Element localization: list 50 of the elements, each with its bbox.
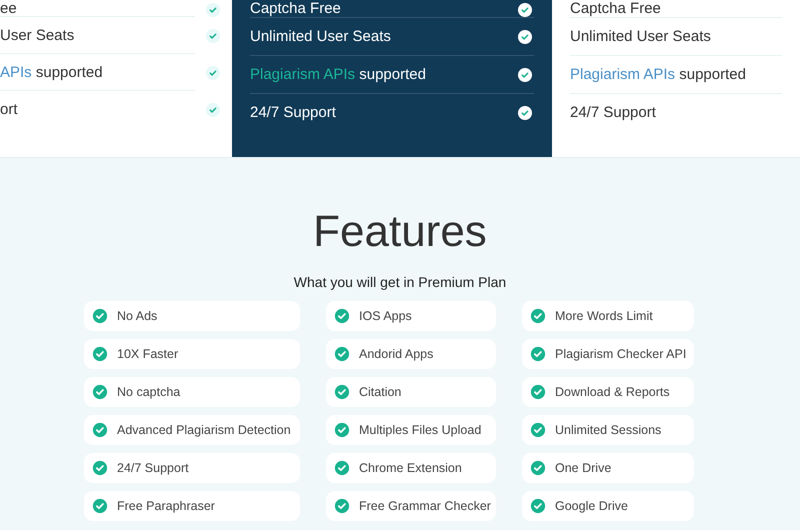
feature-item: Unlimited Sessions: [522, 415, 694, 445]
plan-feature: Plagiarism APIs supported: [250, 66, 427, 83]
plan-feature: Captcha Free: [250, 0, 342, 17]
plan-feature: Unlimited User Seats: [570, 28, 711, 45]
check-icon: [92, 308, 108, 324]
check-icon: [334, 422, 350, 438]
feature-item: No Ads: [84, 301, 300, 331]
feature-item: Advanced Plagiarism Detection: [84, 415, 300, 445]
feature-item: More Words Limit: [522, 301, 694, 331]
feature-item: Google Drive: [522, 491, 694, 521]
check-icon: [334, 346, 350, 362]
check-icon: [334, 460, 350, 476]
feature-item: Free Paraphraser: [84, 491, 300, 521]
plan-feature: ort: [0, 101, 18, 118]
check-icon: [334, 498, 350, 514]
check-icon: [92, 346, 108, 362]
feature-item: Andorid Apps: [326, 339, 496, 369]
feature-item: One Drive: [522, 453, 694, 483]
feature-item: Citation: [326, 377, 496, 407]
feature-item: 10X Faster: [84, 339, 300, 369]
feature-item: Multiples Files Upload: [326, 415, 496, 445]
check-icon: [530, 308, 546, 324]
check-icon: [92, 460, 108, 476]
check-icon: [530, 422, 546, 438]
feature-item: No captcha: [84, 377, 300, 407]
section-title: Features: [313, 208, 487, 256]
check-icon: [92, 384, 108, 400]
plan-feature: APIs supported: [0, 64, 103, 81]
plan-feature: Plagiarism APIs supported: [570, 66, 746, 83]
feature-item: Plagiarism Checker API: [522, 339, 694, 369]
feature-item: IOS Apps: [326, 301, 496, 331]
feature-item: Download & Reports: [522, 377, 694, 407]
plan-feature: User Seats: [0, 27, 74, 44]
feature-item: Free Grammar Checker: [326, 491, 496, 521]
check-icon: [530, 498, 546, 514]
check-icon: [334, 308, 350, 324]
check-icon: [92, 422, 108, 438]
check-icon: [530, 460, 546, 476]
feature-item: 24/7 Support: [84, 453, 300, 483]
check-icon: [334, 384, 350, 400]
check-icon: [92, 498, 108, 514]
plan-feature: 24/7 Support: [250, 104, 337, 121]
plan-feature: Captcha Free: [570, 0, 661, 17]
check-icon: [530, 384, 546, 400]
section-subtitle: What you will get in Premium Plan: [294, 274, 506, 290]
feature-item: Chrome Extension: [326, 453, 496, 483]
plan-feature: ee: [0, 0, 17, 17]
check-icon: [530, 346, 546, 362]
plan-feature: Unlimited User Seats: [250, 28, 392, 45]
plan-feature: 24/7 Support: [570, 104, 656, 121]
